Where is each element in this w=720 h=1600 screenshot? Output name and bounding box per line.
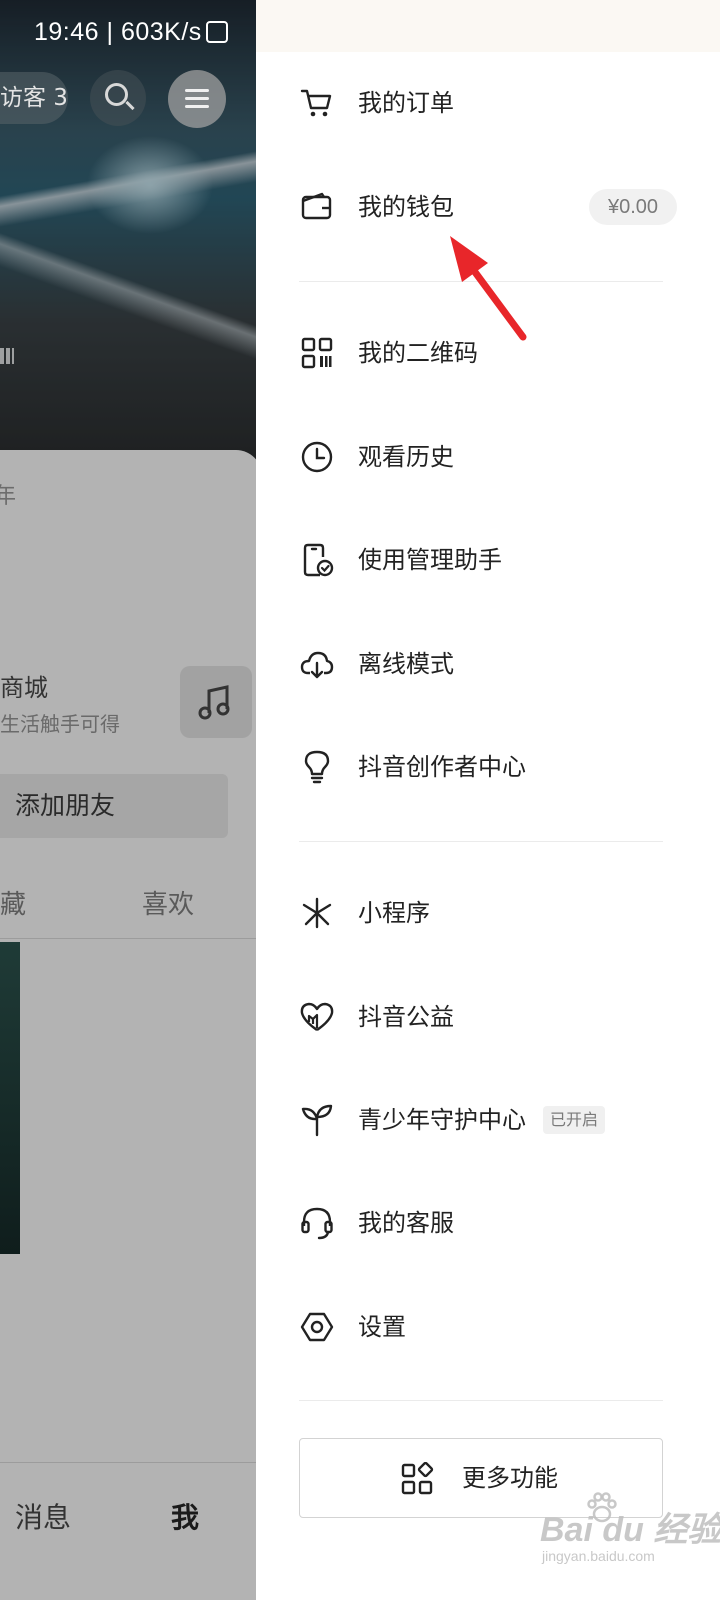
watermark-sub: jingyan.baidu.com <box>542 1548 655 1564</box>
phone-check-icon <box>303 543 334 577</box>
menu-item-mini-programs[interactable]: 小程序 <box>256 873 696 953</box>
cart-icon <box>300 89 332 117</box>
settings-icon <box>300 1312 334 1342</box>
tab-collection[interactable]: 藏 <box>0 884 26 921</box>
menu-item-offline-mode[interactable]: 离线模式 <box>256 624 696 704</box>
heart-charity-icon <box>300 1002 334 1031</box>
menu-item-charity[interactable]: 抖音公益 <box>256 977 696 1057</box>
menu-item-customer-service[interactable]: 我的客服 <box>256 1183 696 1263</box>
menu-item-label: 我的订单 <box>358 89 454 117</box>
mall-title[interactable]: 商城 <box>0 668 48 703</box>
tab-likes[interactable]: 喜欢 <box>142 884 194 921</box>
lightbulb-icon <box>304 750 330 784</box>
menu-item-qr-code[interactable]: 我的二维码 <box>256 313 696 393</box>
watermark-main: Bai du 经验 <box>540 1511 720 1549</box>
grid-apps-icon <box>401 1462 434 1495</box>
menu-item-creator-center[interactable]: 抖音创作者中心 <box>256 727 696 807</box>
menu-item-label: 小程序 <box>358 899 430 927</box>
divider <box>299 281 663 282</box>
mall-subtitle: 生活触手可得 <box>0 712 120 736</box>
status-time-speed: 19:46 | 603K/s <box>34 18 202 46</box>
baidu-watermark: Bai du 经验 jingyan.baidu.com <box>540 1490 720 1570</box>
nav-me[interactable]: 我 <box>171 1496 199 1536</box>
wallet-balance-badge: ¥0.00 <box>589 189 677 225</box>
video-thumbnail[interactable] <box>0 942 20 1254</box>
search-button[interactable] <box>90 70 146 126</box>
menu-item-watch-history[interactable]: 观看历史 <box>256 417 696 497</box>
menu-item-label: 我的二维码 <box>358 339 478 367</box>
status-bar: 19:46 | 603K/s <box>34 18 228 47</box>
tab-divider <box>0 938 262 939</box>
menu-item-label: 离线模式 <box>358 650 454 678</box>
wallet-icon <box>301 192 332 220</box>
add-friend-button[interactable]: 添加朋友 <box>0 774 228 838</box>
profile-card-text: 年 <box>0 484 17 509</box>
side-drawer: 我的订单 我的钱包 ¥0.00 我的二维码 观看历史 使用管理助手 离线模式 抖… <box>256 0 720 1600</box>
qr-code-icon-small <box>0 348 14 364</box>
menu-item-label: 青少年守护中心 <box>358 1106 526 1134</box>
music-button[interactable] <box>180 666 252 738</box>
menu-item-label: 设置 <box>358 1313 406 1341</box>
divider <box>299 841 663 842</box>
menu-item-orders[interactable]: 我的订单 <box>256 63 696 143</box>
headset-icon <box>301 1207 333 1240</box>
nfc-icon <box>205 21 228 43</box>
menu-item-label: 观看历史 <box>358 443 454 471</box>
menu-item-youth-protection[interactable]: 青少年守护中心 <box>256 1080 696 1160</box>
menu-item-label: 使用管理助手 <box>358 546 502 574</box>
sprout-icon <box>301 1104 333 1137</box>
profile-cover-image <box>0 0 262 470</box>
youth-mode-status-badge: 已开启 <box>543 1106 606 1134</box>
profile-card <box>0 450 262 1600</box>
divider <box>299 1400 663 1401</box>
mini-program-icon <box>302 897 332 929</box>
menu-item-settings[interactable]: 设置 <box>256 1287 696 1367</box>
menu-item-label: 抖音创作者中心 <box>358 753 526 781</box>
profile-page-dimmed[interactable]: 19:46 | 603K/s 访客 3 年 商城 生活触手可得 添加朋友 藏 喜… <box>0 0 262 1600</box>
cloud-download-icon <box>300 651 334 679</box>
menu-item-label: 抖音公益 <box>358 1003 454 1031</box>
menu-button[interactable] <box>168 70 226 128</box>
menu-item-label: 我的客服 <box>358 1209 454 1237</box>
menu-item-label: 我的钱包 <box>358 193 454 221</box>
qr-code-icon <box>301 337 333 369</box>
clock-icon <box>301 441 333 473</box>
music-note-icon <box>198 685 230 720</box>
nav-message[interactable]: 消息 <box>15 1496 71 1536</box>
paw-icon <box>587 1492 617 1523</box>
visitor-count-button[interactable]: 访客 3 <box>0 72 68 124</box>
drawer-status-area <box>256 0 720 52</box>
menu-item-usage-assistant[interactable]: 使用管理助手 <box>256 520 696 600</box>
